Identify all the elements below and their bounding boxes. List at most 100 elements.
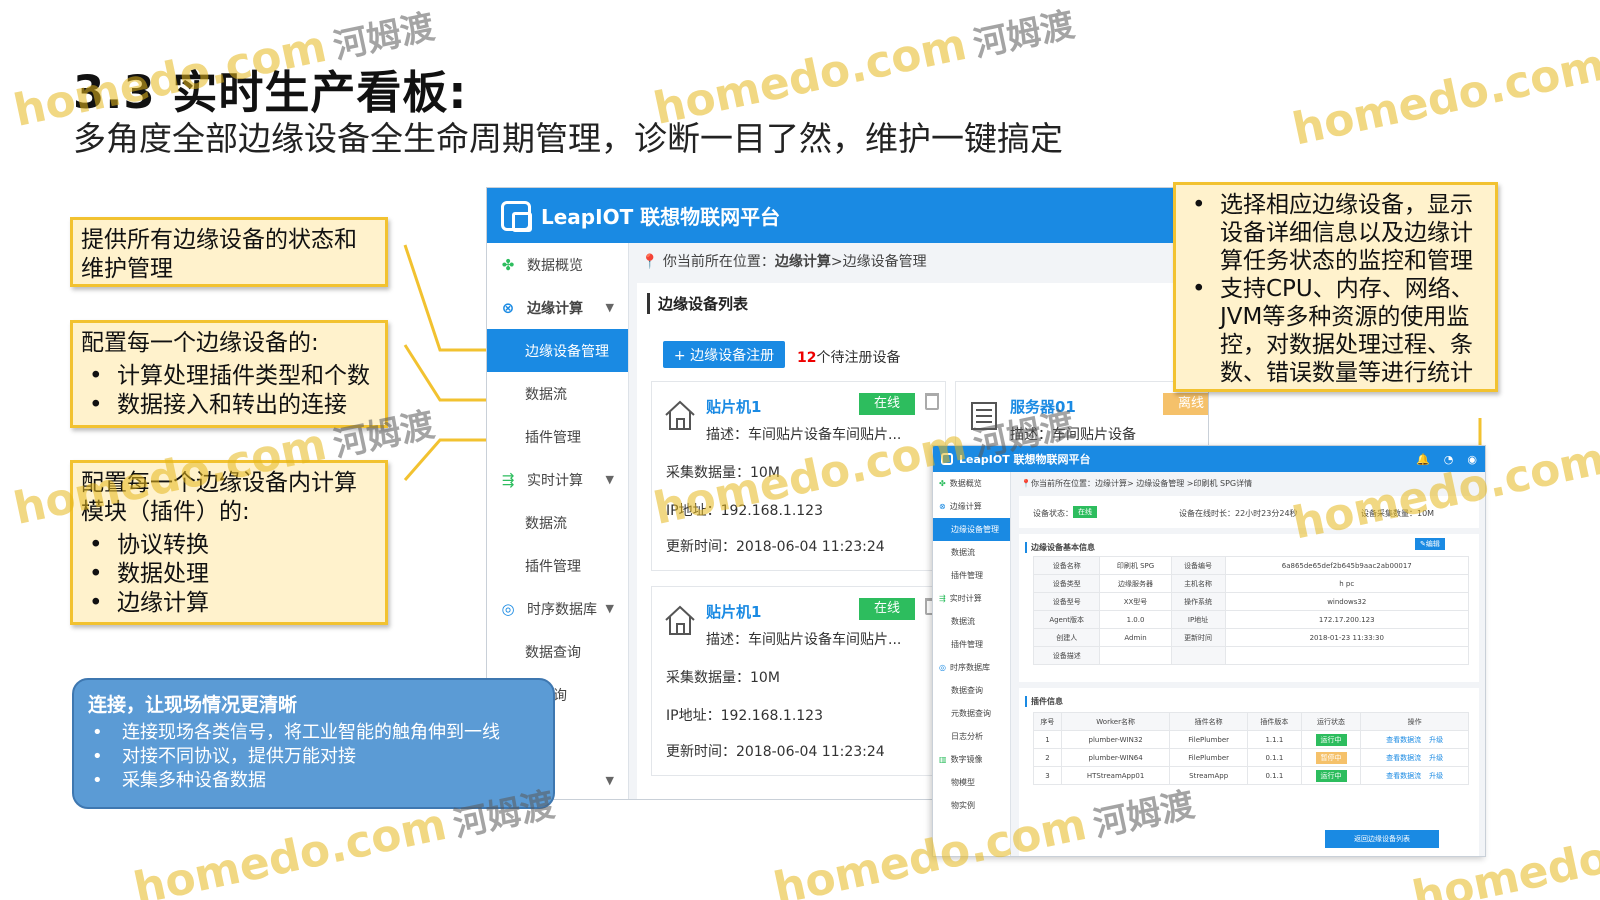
realtime-icon: ⇶ (939, 594, 946, 603)
sidebar-item-thing-model[interactable]: 物模型 (933, 771, 1010, 794)
sidebar-item-metadata-query[interactable]: 元数据查询 (933, 702, 1010, 725)
view-dataflow-link[interactable]: 查看数据流 (1386, 754, 1421, 762)
bell-icon[interactable]: 🔔 (1416, 453, 1430, 466)
chevron-down-icon: ▼ (605, 602, 614, 615)
device-description: 描述：车间贴片设备车间贴片... (706, 632, 902, 648)
sidebar-item-dataflow-2[interactable]: 数据流 (933, 610, 1010, 633)
pending-devices[interactable]: 12个待注册设备 (797, 347, 900, 367)
plugin-table: 序号 Worker名称 插件名称 插件版本 运行状态 操作 1 plumber-WIN32 Fi… (1033, 712, 1469, 785)
chevron-down-icon: ▼ (605, 473, 614, 486)
detail-breadcrumb: 📍你当前所在位置：边缘计算> 边缘设备管理 >印刷机 SPG详情 (1021, 479, 1253, 488)
table-cell: 查看数据流 升级 (1360, 766, 1469, 785)
register-device-button[interactable]: + 边缘设备注册 (663, 341, 785, 368)
field-value: 边缘服务器 (1099, 574, 1172, 593)
upgrade-link[interactable]: 升级 (1429, 736, 1443, 744)
chevron-down-icon: ▼ (605, 301, 614, 314)
status-label: 设备状态： (1033, 509, 1073, 518)
table-cell: FilePlumber (1169, 730, 1248, 749)
field-label: 设备名称 (1032, 556, 1101, 575)
table-row: 1 plumber-WIN32 FilePlumber 1.1.1 运行中 查看数据流 升级 (1033, 730, 1469, 749)
device-detail-screenshot: LeapIOT 联想物联网平台 🔔 ◔ ◉ ✤ 数据概览 ⊗ 边缘计算 边缘设备管理… (932, 445, 1486, 857)
device-card[interactable]: 贴片机1 在线 描述：车间贴片设备车间贴片... 采集数据量：10M IP地址：… (651, 381, 946, 571)
back-to-list-button[interactable]: 返回边缘设备列表 (1325, 830, 1439, 848)
upgrade-link[interactable]: 升级 (1429, 772, 1443, 780)
run-state-badge: 运行中 (1315, 733, 1347, 746)
field-label (1170, 646, 1226, 665)
panel-title: 边缘设备列表 (647, 293, 748, 314)
sidebar-item-overview[interactable]: ✤ 数据概览 (487, 243, 628, 286)
realtime-icon: ⇶ (501, 470, 515, 489)
sidebar-item-dataflow[interactable]: 数据流 (487, 372, 628, 415)
table-cell: plumber-WIN64 (1060, 748, 1171, 767)
sidebar-item-edge-device-management[interactable]: 边缘设备管理 (933, 518, 1010, 541)
column-header: 运行状态 (1300, 712, 1362, 731)
sidebar-item-data-query[interactable]: 数据查询 (487, 630, 628, 673)
sidebar-item-thing-instance[interactable]: 物实例 (933, 794, 1010, 817)
sidebar-item-plugin-management[interactable]: 插件管理 (487, 415, 628, 458)
table-cell: 3 (1033, 766, 1062, 785)
device-card[interactable]: 贴片机1 在线 描述：车间贴片设备车间贴片... 采集数据量：10M IP地址：… (651, 586, 946, 776)
trash-icon[interactable] (925, 393, 939, 410)
view-dataflow-link[interactable]: 查看数据流 (1386, 736, 1421, 744)
table-row: Agent版本 1.0.0 IP地址 172.17.200.123 (1032, 610, 1470, 629)
language-icon[interactable]: ◔ (1444, 453, 1454, 466)
device-house-icon (665, 400, 695, 430)
upgrade-link[interactable]: 升级 (1429, 754, 1443, 762)
sidebar-item-dataflow[interactable]: 数据流 (933, 541, 1010, 564)
sidebar-item-dataflow-2[interactable]: 数据流 (487, 501, 628, 544)
sidebar-item-edge-device-management[interactable]: 边缘设备管理 (487, 329, 628, 372)
view-dataflow-link[interactable]: 查看数据流 (1386, 772, 1421, 780)
status-card: 设备状态： 在线 设备在线时长：22小时23分24秒 设备采集数量：10M (1019, 496, 1479, 528)
basic-info-title: 边缘设备基本信息 (1025, 542, 1095, 553)
table-row: 创建人 Admin 更新时间 2018-01-23 11:33:30 (1032, 628, 1470, 647)
callout-config-device: 配置每一个边缘设备的: 计算处理插件类型和个数 数据接入和转出的连接 (70, 320, 388, 428)
detail-header: LeapIOT 联想物联网平台 🔔 ◔ ◉ (933, 446, 1485, 472)
field-label: 设备类型 (1032, 574, 1101, 593)
sidebar-item-overview[interactable]: ✤ 数据概览 (933, 472, 1010, 495)
callout-item: 数据处理 (81, 560, 377, 589)
sidebar-item-digital-mirror[interactable]: ▥ 数字镜像 (933, 748, 1010, 771)
device-name[interactable]: 服务器01 (1010, 396, 1076, 417)
column-header: Worker名称 (1060, 712, 1171, 731)
status-badge: 离线 (1163, 393, 1208, 415)
device-name[interactable]: 贴片机1 (706, 396, 761, 417)
location-pin-icon: 📍 (641, 254, 659, 270)
breadcrumb: 📍 你当前所在位置：边缘计算>边缘设备管理 (641, 254, 927, 270)
table-row: 设备类型 边缘服务器 主机名称 h pc (1032, 574, 1470, 593)
edit-button[interactable]: ✎编辑 (1415, 538, 1445, 550)
field-value (1224, 646, 1470, 665)
field-label: 设备型号 (1032, 592, 1101, 611)
table-row: 设备名称 印刷机 SPG 设备编号 6a865de65def2b645b9aac2ab… (1032, 556, 1470, 575)
sidebar-item-timeseries-db[interactable]: ◎ 时序数据库 ▼ (487, 587, 628, 630)
chevron-down-icon: ▼ (605, 774, 614, 787)
table-row: 设备型号 XX型号 操作系统 windows32 (1032, 592, 1470, 611)
sidebar-item-data-query[interactable]: 数据查询 (933, 679, 1010, 702)
sidebar-item-realtime-computing[interactable]: ⇶ 实时计算 (933, 587, 1010, 610)
table-header-row: 序号 Worker名称 插件名称 插件版本 运行状态 操作 (1033, 712, 1469, 731)
device-name[interactable]: 贴片机1 (706, 601, 761, 622)
table-cell: 1 (1033, 730, 1062, 749)
table-cell: FilePlumber (1169, 748, 1248, 767)
sidebar-item-timeseries-db[interactable]: ◎ 时序数据库 (933, 656, 1010, 679)
table-cell: 1.1.1 (1246, 730, 1302, 749)
sidebar-item-plugin-management-2[interactable]: 插件管理 (933, 633, 1010, 656)
field-value: 6a865de65def2b645b9aac2ab00017 (1224, 556, 1470, 575)
plugin-info-title: 插件信息 (1025, 696, 1063, 707)
user-icon[interactable]: ◉ (1467, 453, 1477, 466)
update-time: 更新时间：2018-06-04 11:23:24 (666, 539, 885, 555)
sidebar-item-realtime-computing[interactable]: ⇶ 实时计算 ▼ (487, 458, 628, 501)
sidebar-item-edge-computing[interactable]: ⊗ 边缘计算 ▼ (487, 286, 628, 329)
ip-address: IP地址：192.168.1.123 (666, 708, 823, 724)
table-cell: plumber-WIN32 (1060, 730, 1171, 749)
sidebar-item-edge-computing[interactable]: ⊗ 边缘计算 (933, 495, 1010, 518)
detail-main: 📍你当前所在位置：边缘计算> 边缘设备管理 >印刷机 SPG详情 设备状态： 在… (1015, 472, 1485, 856)
sidebar-item-plugin-management[interactable]: 插件管理 (933, 564, 1010, 587)
breadcrumb-current[interactable]: 边缘计算 (775, 254, 831, 270)
field-value: Admin (1099, 628, 1172, 647)
table-cell: StreamApp (1169, 766, 1248, 785)
sidebar-item-plugin-management-2[interactable]: 插件管理 (487, 544, 628, 587)
server-icon (971, 402, 997, 430)
sidebar-item-log-analysis[interactable]: 日志分析 (933, 725, 1010, 748)
data-volume-text: 设备采集数量：10M (1361, 509, 1435, 518)
status-badge: 在线 (859, 598, 915, 620)
